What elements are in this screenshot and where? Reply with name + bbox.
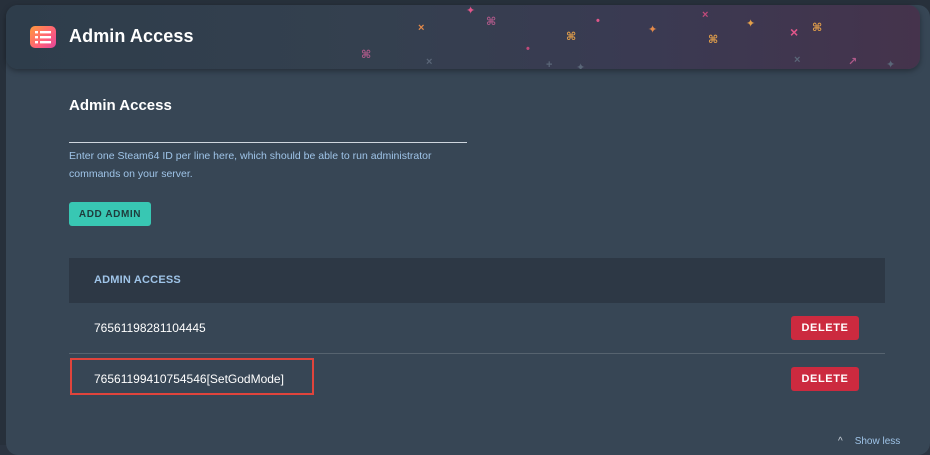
column-header-admin-access: ADMIN ACCESS [94,274,181,286]
decorative-arrow-icon: ↗ [848,56,858,68]
decorative-sparkle-icon: ✦ [466,5,476,17]
decorative-controller-icon: ⌘ [812,22,823,34]
admin-table: ADMIN ACCESS 76561198281104445 DELETE 76… [69,258,885,404]
decorative-cross-icon: × [790,24,799,40]
admin-steam-id: 76561199410754546[SetGodMode] [94,372,284,386]
table-row: 76561198281104445 DELETE [69,303,885,354]
decorative-dot-icon: • [596,15,600,27]
decorative-star-icon: ✦ [886,59,896,70]
decorative-controller-icon: ⌘ [486,16,497,28]
decorative-sparkle-icon: ✦ [746,18,756,30]
decorative-dot-icon: • [526,43,530,55]
card-title: Admin Access [69,26,194,46]
decorative-controller-icon: ⌘ [566,31,577,43]
delete-button[interactable]: DELETE [791,316,859,340]
chevron-up-icon: ^ [838,436,843,447]
show-less-link[interactable]: ^ Show less [838,436,900,447]
decorative-cross-icon: × [702,9,709,21]
admin-steam-id: 76561198281104445 [94,321,206,335]
input-hint: Enter one Steam64 ID per line here, whic… [69,150,432,180]
decorative-controller-icon: ⌘ [361,49,372,61]
decorative-star-icon: ✦ [576,62,586,70]
show-less-label: Show less [854,436,901,447]
decorative-cross-icon: × [426,56,433,68]
table-row: 76561199410754546[SetGodMode] DELETE [69,354,885,404]
section-title: Admin Access [69,97,172,114]
table-header: ADMIN ACCESS [69,258,885,303]
add-admin-button[interactable]: ADD ADMIN [69,202,151,226]
delete-button[interactable]: DELETE [791,367,859,391]
decorative-cross-icon: × [418,22,425,34]
decorative-sparkle-icon: ✦ [648,24,658,36]
card-header: ✦ ⌘ × ⌘ • • ⌘ × + ✦ ✦ × ⌘ ✦ × ⌘ × ↗ ✦ Ad… [6,5,920,69]
decorative-plus-icon: + [546,59,553,70]
list-icon [30,26,56,48]
decorative-cross-icon: × [794,54,801,66]
steam-id-input[interactable] [69,116,467,143]
decorative-controller-icon: ⌘ [708,34,719,46]
